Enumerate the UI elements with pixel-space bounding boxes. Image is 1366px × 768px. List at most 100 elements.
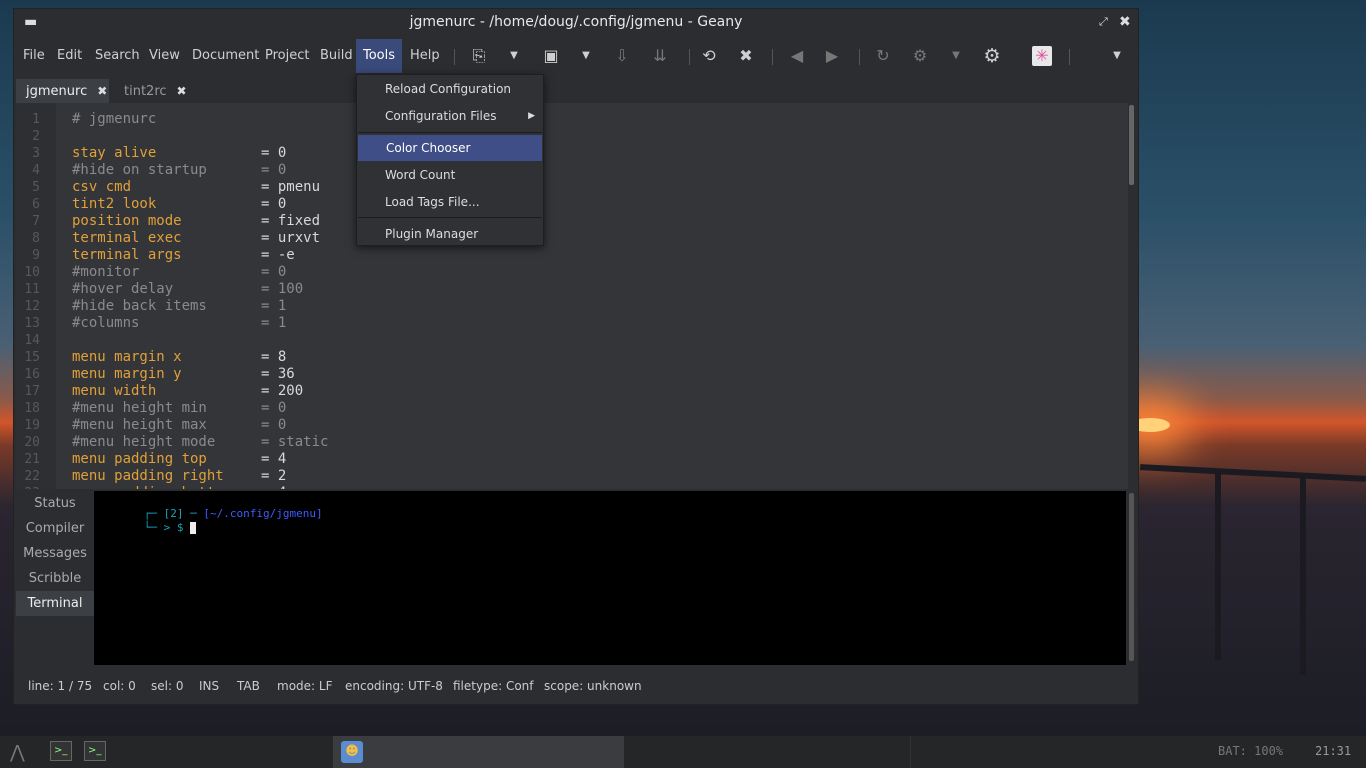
- code-line[interactable]: 8 terminal exec = urxvt: [16, 230, 1116, 247]
- toolbar-overflow-icon[interactable]: ▼: [1107, 46, 1127, 66]
- line-number: 22: [24, 469, 40, 484]
- code-line[interactable]: 10 #monitor = 0: [16, 264, 1116, 281]
- line-number: 12: [24, 299, 40, 314]
- code-line[interactable]: 9 terminal args = -e: [16, 247, 1116, 264]
- toolbar-separator: [859, 49, 860, 65]
- line-number: 6: [32, 197, 40, 212]
- panel-tab-terminal[interactable]: Terminal: [16, 591, 94, 616]
- line-number: 13: [24, 316, 40, 331]
- save-all-icon[interactable]: ⇊: [650, 46, 670, 66]
- panel-tab-compiler[interactable]: Compiler: [16, 516, 94, 541]
- menu-item-load-tags-file[interactable]: Load Tags File...: [357, 189, 543, 215]
- scrollbar-thumb[interactable]: [1129, 105, 1134, 185]
- terminal-launcher-icon[interactable]: >_: [84, 741, 106, 761]
- code-editor[interactable]: 1 # jgmenurc 2 3 stay alive = 0 4 #hide on star…: [16, 103, 1128, 489]
- menu-item-label: Color Chooser: [386, 141, 471, 155]
- tab-close-icon[interactable]: ✖: [177, 84, 187, 98]
- config-key: menu padding right: [72, 468, 224, 484]
- maximize-button[interactable]: ⤢: [1099, 9, 1108, 35]
- code-line[interactable]: 15 menu margin x = 8: [16, 349, 1116, 366]
- menu-search[interactable]: Search: [95, 39, 140, 73]
- menu-project[interactable]: Project: [265, 39, 309, 73]
- code-line[interactable]: 23 menu padding bottom = 4: [16, 485, 1116, 489]
- code-line[interactable]: 14: [16, 332, 1116, 349]
- panel-tab-messages[interactable]: Messages: [16, 541, 94, 566]
- code-line[interactable]: 22 menu padding right = 2: [16, 468, 1116, 485]
- back-icon[interactable]: ◀: [787, 46, 807, 66]
- menu-document[interactable]: Document: [192, 39, 259, 73]
- code-line[interactable]: 7 position mode = fixed: [16, 213, 1116, 230]
- forward-icon[interactable]: ▶: [822, 46, 842, 66]
- menu-item-color-chooser[interactable]: Color Chooser: [358, 135, 542, 161]
- tab-jgmenurc[interactable]: jgmenurc ✖: [16, 79, 109, 103]
- code-line[interactable]: 11 #hover delay = 100: [16, 281, 1116, 298]
- config-key: #columns: [72, 315, 140, 331]
- line-number: 21: [24, 452, 40, 467]
- config-value: = 0: [261, 196, 287, 212]
- panel-tab-status[interactable]: Status: [16, 491, 94, 516]
- open-dropdown-icon[interactable]: ▼: [576, 46, 596, 66]
- menu-item-word-count[interactable]: Word Count: [357, 162, 543, 188]
- open-file-icon[interactable]: ▣: [541, 46, 561, 66]
- code-line[interactable]: 18 #menu height min = 0: [16, 400, 1116, 417]
- code-line[interactable]: 21 menu padding top = 4: [16, 451, 1116, 468]
- window-menu-button[interactable]: ▬: [24, 9, 37, 35]
- menu-item-reload-configuration[interactable]: Reload Configuration: [357, 76, 543, 102]
- line-number: 11: [24, 282, 40, 297]
- geany-window: ▬ jgmenurc - /home/doug/.config/jgmenu -…: [13, 8, 1139, 705]
- menu-item-configuration-files[interactable]: Configuration Files ▶: [357, 103, 543, 129]
- status-col: col: 0: [103, 679, 136, 693]
- menu-help[interactable]: Help: [410, 39, 440, 73]
- color-chooser-icon[interactable]: ✳: [1032, 46, 1052, 66]
- config-key: menu width: [72, 383, 157, 399]
- menu-item-label: Plugin Manager: [385, 227, 479, 241]
- terminal-scroll-thumb[interactable]: [1129, 493, 1134, 661]
- save-icon[interactable]: ⇩: [612, 46, 632, 66]
- code-line[interactable]: 5 csv cmd = pmenu: [16, 179, 1116, 196]
- terminal-panel[interactable]: ┌─ [2] ─ [~/.config/jgmenu] └─ > $: [94, 491, 1126, 665]
- menu-build[interactable]: Build: [320, 39, 353, 73]
- tab-tint2rc[interactable]: tint2rc ✖: [114, 79, 194, 103]
- build-dropdown-icon[interactable]: ▼: [946, 46, 966, 66]
- taskbar-geany-task[interactable]: [333, 736, 624, 768]
- build-icon[interactable]: ⚙: [910, 46, 930, 66]
- config-value: = 4: [261, 485, 286, 489]
- code-line[interactable]: 1 # jgmenurc: [16, 111, 1116, 128]
- menu-item-plugin-manager[interactable]: Plugin Manager: [357, 221, 543, 247]
- pier-railing: [1139, 464, 1366, 482]
- new-file-icon[interactable]: ⎘: [469, 46, 489, 66]
- new-dropdown-icon[interactable]: ▼: [504, 46, 524, 66]
- tab-close-icon[interactable]: ✖: [97, 84, 107, 98]
- preferences-icon[interactable]: ⚙: [982, 46, 1002, 66]
- window-titlebar[interactable]: ▬ jgmenurc - /home/doug/.config/jgmenu -…: [14, 9, 1138, 35]
- code-line[interactable]: 6 tint2 look = 0: [16, 196, 1116, 213]
- config-value: = -e: [261, 247, 295, 263]
- code-line[interactable]: 4 #hide on startup = 0: [16, 162, 1116, 179]
- menu-edit[interactable]: Edit: [57, 39, 82, 73]
- config-value: = 0: [261, 162, 287, 178]
- code-line[interactable]: 16 menu margin y = 36: [16, 366, 1116, 383]
- menu-view[interactable]: View: [149, 39, 180, 73]
- statusbar: line: 1 / 75 col: 0 sel: 0 INS TAB mode:…: [14, 671, 1138, 701]
- code-line[interactable]: 3 stay alive = 0: [16, 145, 1116, 162]
- revert-icon[interactable]: ⟲: [699, 46, 719, 66]
- app-launcher-icon[interactable]: ⋀: [10, 742, 25, 763]
- code-line[interactable]: 2: [16, 128, 1116, 145]
- terminal-cursor: [190, 522, 197, 534]
- reload-icon[interactable]: ↻: [873, 46, 893, 66]
- menu-tools[interactable]: Tools: [356, 39, 402, 73]
- close-button[interactable]: ✖: [1119, 9, 1131, 35]
- code-line[interactable]: 19 #menu height max = 0: [16, 417, 1116, 434]
- terminal-scrollbar[interactable]: [1128, 491, 1136, 665]
- menu-file[interactable]: File: [23, 39, 45, 73]
- prompt-path: [~/.config/jgmenu]: [203, 507, 323, 520]
- code-line[interactable]: 12 #hide back items = 1: [16, 298, 1116, 315]
- toolbar-separator: [772, 49, 773, 65]
- code-line[interactable]: 17 menu width = 200: [16, 383, 1116, 400]
- editor-scrollbar[interactable]: [1128, 103, 1136, 489]
- close-file-icon[interactable]: ✖: [736, 46, 756, 66]
- code-line[interactable]: 20 #menu height mode = static: [16, 434, 1116, 451]
- panel-tab-scribble[interactable]: Scribble: [16, 566, 94, 591]
- terminal-launcher-icon[interactable]: >_: [50, 741, 72, 761]
- code-line[interactable]: 13 #columns = 1: [16, 315, 1116, 332]
